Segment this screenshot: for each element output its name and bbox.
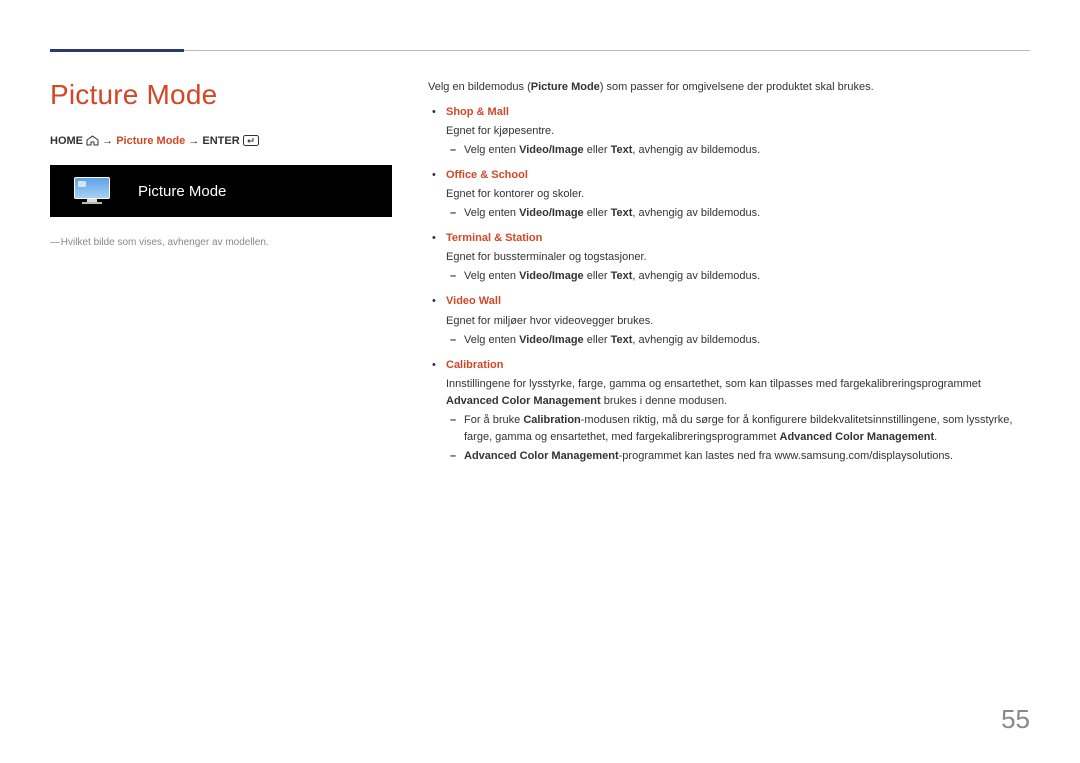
breadcrumb-arrow: → xyxy=(102,135,113,147)
mode-desc: Egnet for miljøer hvor videovegger bruke… xyxy=(446,313,1030,330)
breadcrumb: HOME → Picture Mode → ENTER xyxy=(50,135,392,149)
mode-office-school: Office & School Egnet for kontorer og sk… xyxy=(428,167,1030,222)
mode-terminal-station: Terminal & Station Egnet for busstermina… xyxy=(428,230,1030,285)
mode-name: Office & School xyxy=(446,169,528,181)
mode-name: Video Wall xyxy=(446,295,501,307)
mode-name: Shop & Mall xyxy=(446,106,509,118)
monitor-icon xyxy=(74,177,110,205)
enter-icon xyxy=(243,135,259,149)
home-icon xyxy=(86,135,99,149)
mode-sub: Velg enten Video/Image eller Text, avhen… xyxy=(446,142,1030,159)
mode-sub: Velg enten Video/Image eller Text, avhen… xyxy=(446,332,1030,349)
screenshot-label: Picture Mode xyxy=(138,183,226,200)
mode-calibration: Calibration Innstillingene for lysstyrke… xyxy=(428,357,1030,465)
right-column: Velg en bildemodus (Picture Mode) som pa… xyxy=(428,79,1030,473)
breadcrumb-arrow: → xyxy=(188,135,199,147)
mode-video-wall: Video Wall Egnet for miljøer hvor videov… xyxy=(428,293,1030,348)
breadcrumb-picture-mode: Picture Mode xyxy=(116,135,185,147)
menu-screenshot: Picture Mode xyxy=(50,165,392,217)
header-rule xyxy=(50,50,1030,51)
mode-name: Terminal & Station xyxy=(446,232,542,244)
page-title: Picture Mode xyxy=(50,79,392,111)
mode-list: Shop & Mall Egnet for kjøpesentre. Velg … xyxy=(428,104,1030,465)
breadcrumb-home: HOME xyxy=(50,135,83,147)
mode-shop-mall: Shop & Mall Egnet for kjøpesentre. Velg … xyxy=(428,104,1030,159)
left-column: Picture Mode HOME → Picture Mode → ENTER xyxy=(50,79,392,248)
calibration-sub-2: Advanced Color Management-programmet kan… xyxy=(446,448,1030,465)
mode-name: Calibration xyxy=(446,359,503,371)
mode-desc: Egnet for kjøpesentre. xyxy=(446,123,1030,140)
calibration-sub-1: For å bruke Calibration-modusen riktig, … xyxy=(446,412,1030,446)
mode-desc: Innstillingene for lysstyrke, farge, gam… xyxy=(446,376,1030,410)
footnote: Hvilket bilde som vises, avhenger av mod… xyxy=(50,237,392,248)
mode-desc: Egnet for bussterminaler og togstasjoner… xyxy=(446,249,1030,266)
mode-sub: Velg enten Video/Image eller Text, avhen… xyxy=(446,205,1030,222)
mode-desc: Egnet for kontorer og skoler. xyxy=(446,186,1030,203)
page-number: 55 xyxy=(1001,704,1030,735)
breadcrumb-enter: ENTER xyxy=(202,135,239,147)
intro-text: Velg en bildemodus (Picture Mode) som pa… xyxy=(428,79,1030,96)
mode-sub: Velg enten Video/Image eller Text, avhen… xyxy=(446,268,1030,285)
